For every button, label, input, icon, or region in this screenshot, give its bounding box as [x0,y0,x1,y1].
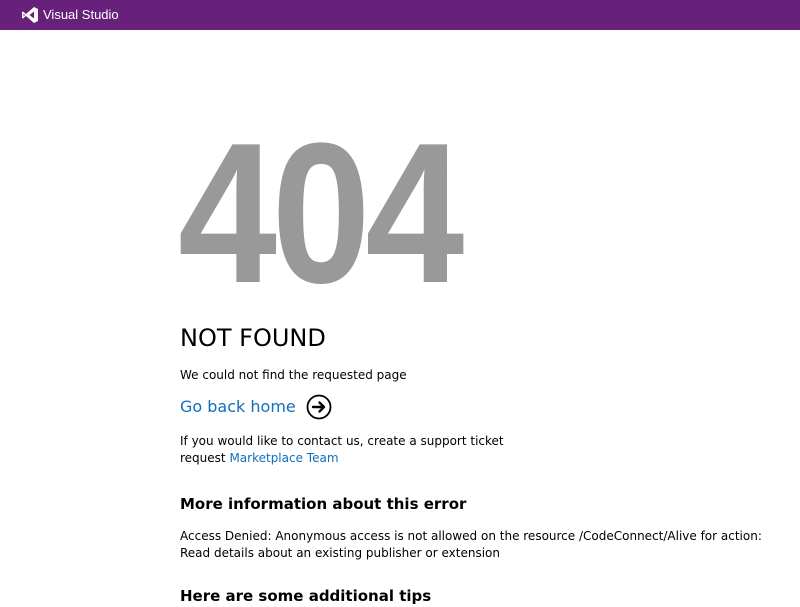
top-bar: Visual Studio [0,0,800,30]
error-message: We could not find the requested page [180,368,407,382]
go-back-home-link[interactable]: Go back home [180,394,332,420]
error-code: 404 [178,102,464,325]
arrow-right-circle-icon[interactable] [306,394,332,420]
visual-studio-logo-icon[interactable] [21,6,39,24]
tips-heading: Here are some additional tips [180,587,432,605]
error-detail-text: Access Denied: Anonymous access is not a… [180,529,762,560]
marketplace-team-link[interactable]: Marketplace Team [229,451,338,465]
brand-name[interactable]: Visual Studio [43,0,119,30]
contact-text: If you would like to contact us, create … [180,433,510,467]
go-back-home-label: Go back home [180,397,296,416]
error-title: NOT FOUND [180,324,326,352]
more-info-heading: More information about this error [180,495,467,513]
